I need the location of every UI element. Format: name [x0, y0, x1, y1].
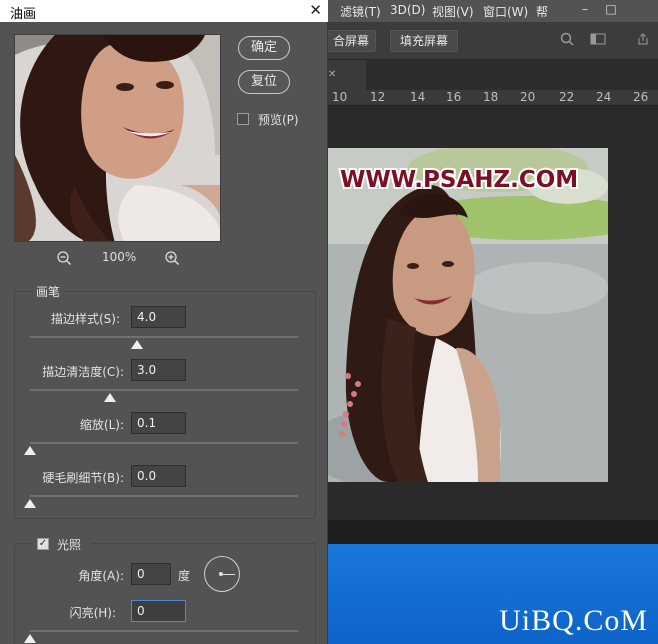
- preview-image[interactable]: [14, 34, 221, 242]
- maximize-button[interactable]: □: [598, 0, 624, 20]
- preview-label: 预览(P): [258, 113, 299, 127]
- shine-label: 闪亮(H):: [69, 606, 116, 620]
- stylization-field[interactable]: 4.0: [131, 306, 186, 328]
- menu-window[interactable]: 窗口(W): [483, 3, 528, 20]
- dialog-title: 油画: [10, 7, 37, 22]
- angle-label: 角度(A):: [78, 569, 124, 583]
- ps-options-bar: 合屏幕 填充屏幕: [326, 22, 658, 60]
- reset-button[interactable]: 复位: [238, 70, 290, 94]
- menu-view[interactable]: 视图(V): [432, 3, 474, 20]
- lighting-group-title: 光照: [57, 538, 82, 552]
- angle-field[interactable]: 0: [131, 563, 171, 585]
- search-icon[interactable]: [560, 32, 574, 50]
- shine-slider-thumb[interactable]: [24, 634, 36, 643]
- minimize-button[interactable]: –: [572, 0, 598, 20]
- scale-slider-thumb[interactable]: [24, 446, 36, 455]
- oil-painting-photo: WWW.PSAHZ.COM WWW.PSAHZ.COM: [328, 148, 608, 482]
- ruler-label: 12: [370, 90, 386, 104]
- scale-field[interactable]: 0.1: [131, 412, 186, 434]
- dialog-titlebar: 油画 ✕: [0, 0, 328, 22]
- zoom-level: 100%: [102, 250, 137, 264]
- stylization-slider-thumb[interactable]: [131, 340, 144, 349]
- angle-dial[interactable]: [204, 556, 240, 592]
- preview-photo: [15, 35, 220, 241]
- site-watermark: UiBQ.CoM: [499, 604, 648, 637]
- share-icon[interactable]: [636, 32, 650, 50]
- ok-button[interactable]: 确定: [238, 36, 290, 60]
- ruler-label: 22: [559, 90, 575, 104]
- document-tab[interactable]: ✕: [328, 60, 366, 90]
- cleanliness-slider-thumb[interactable]: [104, 393, 117, 402]
- close-tab-icon[interactable]: ✕: [328, 69, 336, 80]
- stylization-slider[interactable]: [30, 336, 298, 338]
- fill-screen-button[interactable]: 填充屏幕: [390, 30, 458, 52]
- preview-checkbox[interactable]: [237, 113, 249, 125]
- lighting-checkbox[interactable]: ✓: [37, 538, 49, 550]
- watermark-text: WWW.PSAHZ.COM: [340, 167, 578, 193]
- ps-menubar: 滤镜(T) 3D(D) 视图(V) 窗口(W) 帮 – □: [328, 0, 658, 22]
- cleanliness-slider[interactable]: [30, 389, 298, 391]
- horizontal-ruler: 10 12 14 16 18 20 22 24 26: [328, 90, 658, 106]
- menu-filter[interactable]: 滤镜(T): [340, 3, 381, 20]
- stylization-label: 描边样式(S):: [50, 312, 120, 326]
- bristle-detail-label: 硬毛刷细节(B):: [42, 471, 124, 485]
- zoom-out-icon[interactable]: [56, 250, 72, 269]
- menu-3d[interactable]: 3D(D): [390, 3, 425, 17]
- ruler-label: 20: [520, 90, 536, 104]
- ruler-label: 26: [633, 90, 649, 104]
- cleanliness-field[interactable]: 3.0: [131, 359, 186, 381]
- oil-paint-dialog: 油画 ✕ 100% 确定 复位 预览(P) 画笔 描边样式(S): 4.0 描边…: [0, 0, 328, 644]
- ruler-label: 24: [596, 90, 612, 104]
- ruler-label: 14: [410, 90, 426, 104]
- shine-slider[interactable]: [30, 630, 298, 632]
- bristle-detail-slider-thumb[interactable]: [24, 499, 36, 508]
- bristle-detail-slider[interactable]: [30, 495, 298, 497]
- document-image[interactable]: WWW.PSAHZ.COM WWW.PSAHZ.COM: [328, 148, 608, 482]
- scale-label: 缩放(L):: [79, 418, 124, 432]
- close-icon[interactable]: ✕: [309, 1, 322, 19]
- shine-field[interactable]: 0: [131, 600, 186, 622]
- workspace-icon[interactable]: [590, 32, 606, 50]
- ruler-label: 10: [332, 90, 348, 104]
- desktop-background: UiBQ.CoM: [328, 544, 658, 644]
- scale-slider[interactable]: [30, 442, 298, 444]
- ps-tab-bar: ✕: [328, 60, 658, 90]
- status-strip: [328, 520, 658, 544]
- angle-unit: 度: [178, 569, 191, 583]
- cleanliness-label: 描边清洁度(C):: [42, 365, 124, 379]
- ruler-label: 16: [446, 90, 462, 104]
- lighting-group: [14, 543, 316, 644]
- zoom-in-icon[interactable]: [164, 250, 180, 269]
- angle-dial-needle: [223, 574, 235, 575]
- menu-help[interactable]: 帮: [536, 3, 548, 20]
- fit-screen-button[interactable]: 合屏幕: [326, 30, 376, 52]
- brush-group-title: 画笔: [32, 283, 65, 300]
- ruler-label: 18: [483, 90, 499, 104]
- bristle-detail-field[interactable]: 0.0: [131, 465, 186, 487]
